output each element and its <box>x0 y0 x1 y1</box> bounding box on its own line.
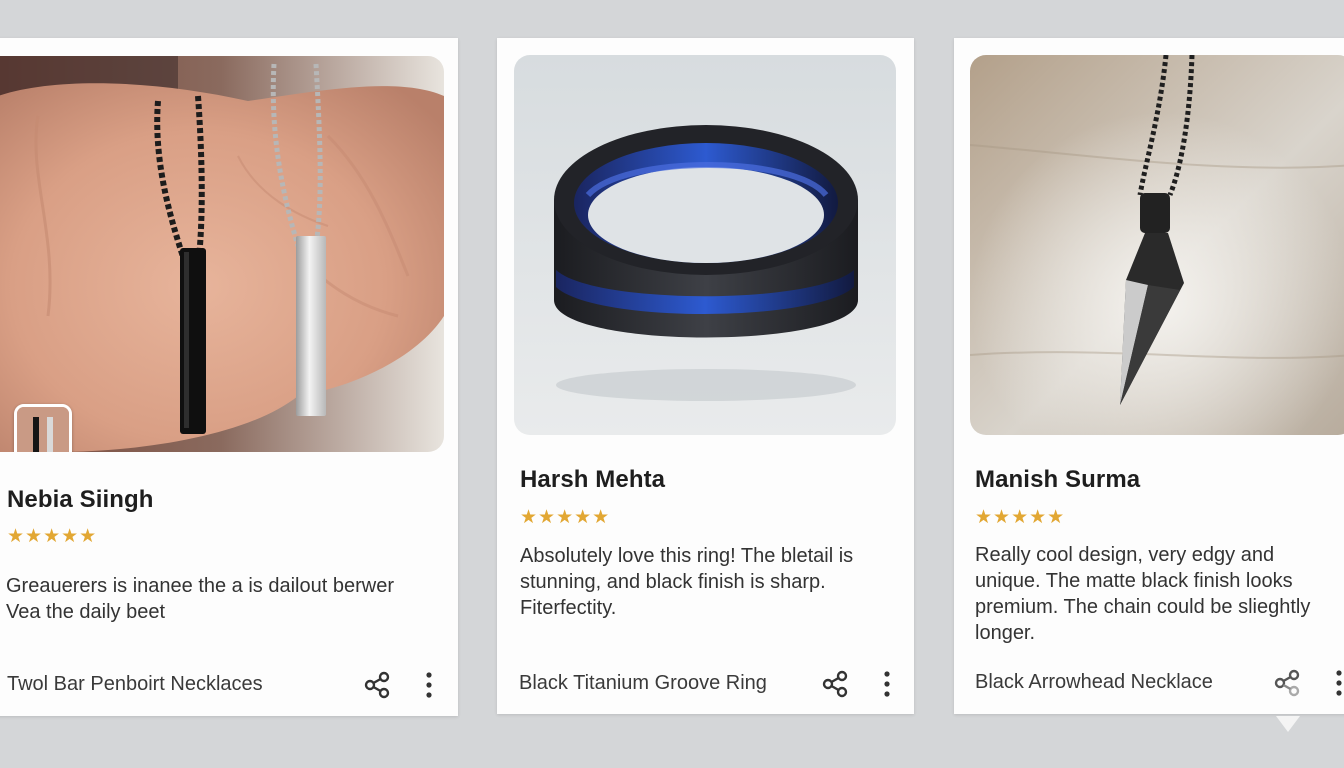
share-icon <box>822 670 848 698</box>
more-options-button[interactable] <box>412 668 446 702</box>
tooltip-pointer <box>1276 716 1300 732</box>
groove-ring-image <box>514 55 896 435</box>
star-rating: ★★★★★ <box>7 526 98 547</box>
review-card-1[interactable]: Nebia Siingh ★★★★★ Greauerers is inanee … <box>0 38 458 716</box>
more-vertical-icon <box>884 671 890 697</box>
product-name[interactable]: Twol Bar Penboirt Necklaces <box>7 673 263 696</box>
more-options-button[interactable] <box>1322 666 1344 700</box>
star-rating: ★★★★★ <box>520 507 611 528</box>
review-card-3[interactable]: Manish Surma ★★★★★ Really cool design, v… <box>954 38 1344 714</box>
share-button[interactable] <box>1270 666 1304 700</box>
review-text: Greauerers is inanee the a is dailout be… <box>6 575 394 623</box>
arrowhead-necklace-image <box>970 55 1344 435</box>
share-icon <box>1274 669 1300 697</box>
review-card-2[interactable]: Harsh Mehta ★★★★★ Absolutely love this r… <box>497 38 914 714</box>
product-photo-pendant-necklaces[interactable] <box>0 56 444 452</box>
product-photo-groove-ring[interactable] <box>514 55 896 435</box>
product-photo-arrowhead-necklace[interactable] <box>970 55 1344 435</box>
review-text: Absolutely love this ring! The bletail i… <box>520 545 854 619</box>
thumbnail-image[interactable] <box>14 404 72 452</box>
more-vertical-icon <box>426 672 432 698</box>
share-icon <box>364 671 390 699</box>
reviewer-name: Harsh Mehta <box>520 466 666 493</box>
product-name[interactable]: Black Titanium Groove Ring <box>519 672 767 695</box>
star-rating: ★★★★★ <box>975 507 1066 528</box>
product-name[interactable]: Black Arrowhead Necklace <box>975 671 1213 694</box>
reviewer-name: Manish Surma <box>975 466 1141 493</box>
pendant-necklaces-image <box>0 56 444 452</box>
share-button[interactable] <box>360 668 394 702</box>
thumbnail-preview-icon <box>17 407 69 452</box>
share-button[interactable] <box>818 667 852 701</box>
review-text: Really cool design, very edgy and unique… <box>975 544 1311 644</box>
more-vertical-icon <box>1336 670 1342 696</box>
more-options-button[interactable] <box>870 667 904 701</box>
reviewer-name: Nebia Siingh <box>7 486 154 513</box>
